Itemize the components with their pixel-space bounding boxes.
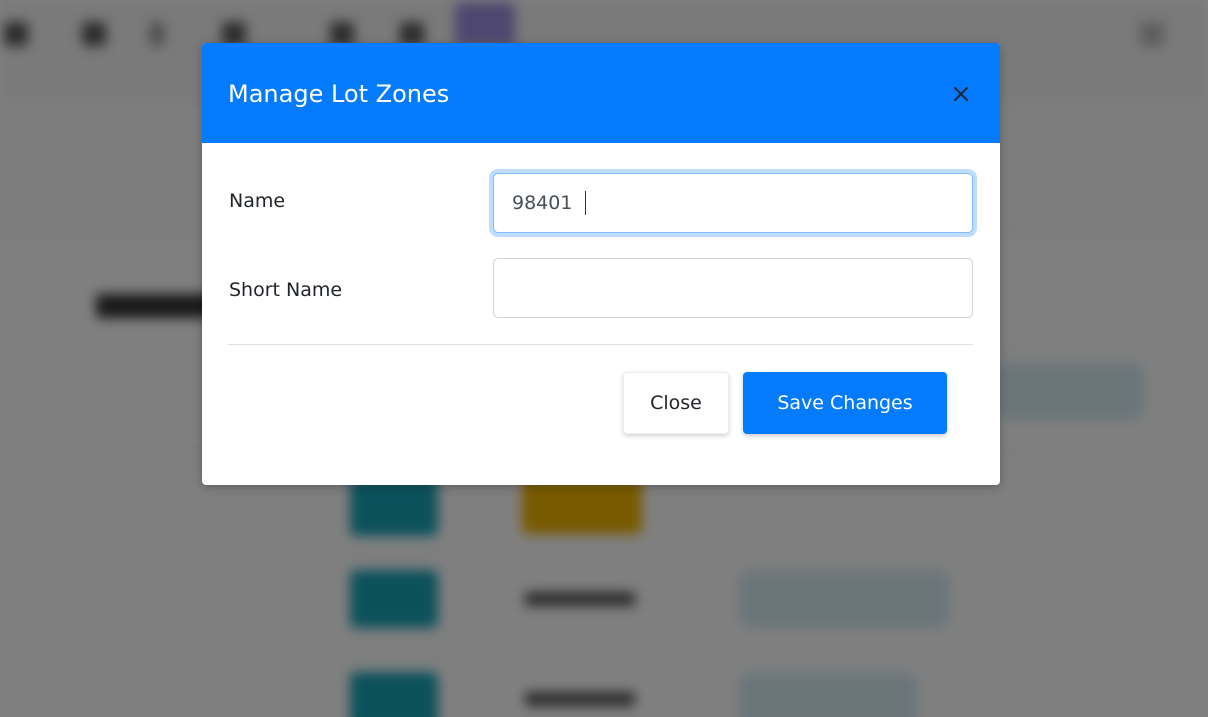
- modal-header: Manage Lot Zones: [202, 43, 1000, 143]
- short-name-input[interactable]: [493, 258, 973, 318]
- close-icon: [953, 86, 969, 102]
- modal-close-x-button[interactable]: [948, 81, 974, 107]
- modal-title: Manage Lot Zones: [228, 80, 450, 108]
- short-name-label: Short Name: [229, 279, 343, 301]
- save-changes-button[interactable]: Save Changes: [743, 372, 947, 434]
- manage-lot-zones-modal: Manage Lot Zones Name Short Name Close S…: [202, 43, 1000, 485]
- modal-footer-divider: [228, 344, 973, 345]
- text-caret: [585, 191, 586, 215]
- close-button[interactable]: Close: [623, 372, 729, 434]
- name-label: Name: [229, 190, 286, 212]
- name-input[interactable]: [493, 173, 973, 233]
